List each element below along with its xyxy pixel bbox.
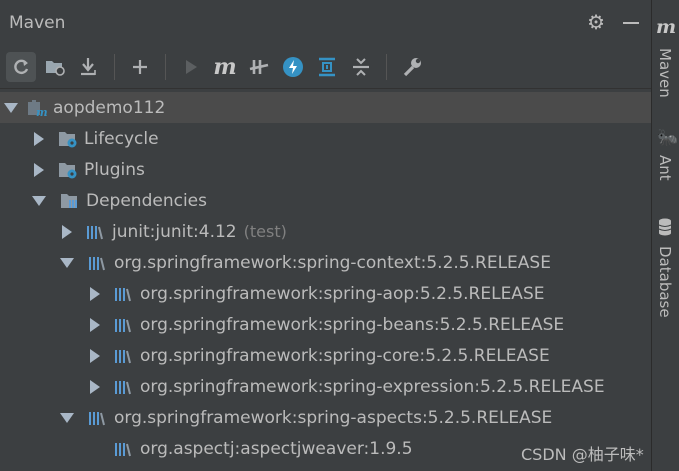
library-icon (114, 316, 134, 334)
maven-panel: Maven ⚙ m m aopdemo112 Lifecycle Plugins… (0, 0, 652, 471)
chevron-right-icon[interactable] (90, 379, 100, 394)
minimize-icon[interactable] (623, 22, 639, 24)
database-icon (658, 218, 672, 240)
dependency-label: org.springframework:spring-beans:5.2.5.R… (140, 314, 565, 335)
chevron-right-icon[interactable] (34, 131, 44, 146)
plugins-folder-icon (58, 161, 78, 179)
dependency-label: junit:junit:4.12 (112, 221, 237, 242)
dependency-scope: (test) (243, 222, 287, 241)
csdn-watermark: CSDN @柚子味* (521, 445, 644, 464)
svg-text:m: m (36, 106, 47, 117)
library-icon (114, 285, 134, 303)
show-dependencies-icon[interactable] (312, 52, 342, 82)
tree-row-dependency[interactable]: org.springframework:spring-expression:5.… (0, 371, 651, 402)
lifecycle-folder-icon (58, 130, 78, 148)
tree-row-dependencies[interactable]: Dependencies (0, 185, 651, 216)
toolbar-separator (165, 54, 166, 80)
dependencies-label: Dependencies (86, 190, 207, 211)
generate-sources-icon[interactable] (40, 52, 70, 82)
reload-all-icon[interactable] (6, 52, 36, 82)
tree-row-dependency[interactable]: org.springframework:spring-context:5.2.5… (0, 247, 651, 278)
settings-wrench-icon[interactable] (397, 52, 427, 82)
plugins-label: Plugins (84, 159, 145, 180)
chevron-right-icon[interactable] (34, 162, 44, 177)
tab-database[interactable]: Database (656, 246, 674, 318)
dependencies-folder-icon (60, 192, 80, 210)
download-sources-icon[interactable] (74, 52, 104, 82)
tab-maven[interactable]: Maven (656, 48, 674, 98)
root-project-label: aopdemo112 (53, 97, 166, 118)
tree-row-dependency[interactable]: org.springframework:spring-core:5.2.5.RE… (0, 340, 651, 371)
chevron-down-icon[interactable] (32, 195, 46, 206)
dependency-label: org.springframework:spring-core:5.2.5.RE… (140, 345, 550, 366)
chevron-right-icon[interactable] (90, 317, 100, 332)
library-icon (114, 347, 134, 365)
skip-tests-icon[interactable] (278, 52, 308, 82)
lifecycle-label: Lifecycle (84, 128, 159, 149)
panel-titlebar: Maven ⚙ (0, 0, 651, 46)
dependency-label: org.springframework:spring-aspects:5.2.5… (114, 407, 553, 428)
library-icon (88, 409, 108, 427)
tab-ant[interactable]: Ant (656, 155, 674, 181)
tree-row-plugins[interactable]: Plugins (0, 154, 651, 185)
gear-icon[interactable]: ⚙ (587, 12, 605, 32)
library-icon (86, 223, 106, 241)
dependency-label: org.springframework:spring-context:5.2.5… (114, 252, 551, 273)
chevron-right-icon[interactable] (62, 224, 72, 239)
dependency-label: org.springframework:spring-expression:5.… (140, 376, 605, 397)
library-icon (114, 378, 134, 396)
chevron-down-icon[interactable] (60, 257, 74, 268)
toolbar-separator (114, 54, 115, 80)
tree-row-dependency[interactable]: org.springframework:spring-beans:5.2.5.R… (0, 309, 651, 340)
chevron-down-icon[interactable] (4, 102, 18, 113)
toggle-offline-icon[interactable] (244, 52, 274, 82)
dependency-label: org.aspectj:aspectjweaver:1.9.5 (140, 438, 413, 459)
tree-row-lifecycle[interactable]: Lifecycle (0, 123, 651, 154)
collapse-all-icon[interactable] (346, 52, 376, 82)
tree-row-root-project[interactable]: m aopdemo112 (0, 92, 651, 123)
run-icon[interactable] (176, 52, 206, 82)
library-icon (114, 440, 134, 458)
maven-module-icon: m (27, 99, 48, 119)
chevron-right-icon[interactable] (90, 286, 100, 301)
tree-row-dependency[interactable]: junit:junit:4.12 (test) (0, 216, 651, 247)
right-tool-strip: m Maven 🐜 Ant Database (652, 0, 679, 471)
library-icon (88, 254, 108, 272)
tree-row-dependency[interactable]: org.springframework:spring-aspects:5.2.5… (0, 402, 651, 433)
chevron-right-icon[interactable] (90, 348, 100, 363)
toolbar-separator (386, 54, 387, 80)
maven-logo-icon: m (656, 16, 677, 38)
tree-row-dependency[interactable]: org.springframework:spring-aop:5.2.5.REL… (0, 278, 651, 309)
dependency-label: org.springframework:spring-aop:5.2.5.REL… (140, 283, 545, 304)
execute-maven-goal-icon[interactable]: m (210, 52, 240, 82)
maven-tool-window: Maven ⚙ m m aopdemo112 Lifecycle Plugins… (0, 0, 679, 471)
chevron-down-icon[interactable] (60, 412, 74, 423)
add-maven-project-icon[interactable] (125, 52, 155, 82)
maven-toolbar: m (0, 46, 651, 89)
ant-icon: 🐜 (657, 128, 679, 148)
panel-title: Maven (9, 13, 66, 33)
